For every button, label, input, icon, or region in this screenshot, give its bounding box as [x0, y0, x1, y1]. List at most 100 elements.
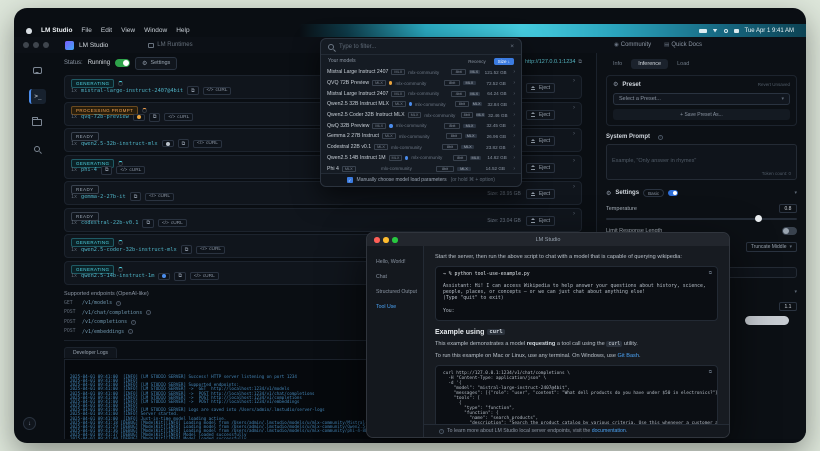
sidebar-item-discover[interactable] [29, 141, 46, 156]
manual-load-checkbox[interactable] [347, 177, 353, 183]
info-icon[interactable]: i [116, 301, 121, 306]
slider-knob[interactable] [755, 215, 762, 222]
copy-url-icon[interactable]: ⧉ [578, 59, 582, 65]
expand-chevron-icon[interactable]: › [573, 131, 575, 137]
copy-model-id-button[interactable]: ⧉ [181, 245, 192, 254]
sidebar-item-developer[interactable]: >_ [29, 89, 46, 104]
model-option-row[interactable]: Mistral Large Instruct 2407 MLX mlx-comm… [321, 67, 521, 78]
server-settings-button[interactable]: ⚙Settings [135, 57, 177, 70]
expand-chevron-icon[interactable]: › [573, 184, 575, 190]
tab-lm-runtimes[interactable]: LM Runtimes [148, 42, 192, 48]
copy-model-id-button[interactable]: ⧉ [187, 86, 198, 95]
sidebar-item-my-models[interactable] [29, 115, 46, 130]
docs-sidebar-item[interactable]: Chat [367, 270, 423, 285]
chevron-down-icon[interactable]: ▾ [794, 190, 797, 196]
community-button[interactable]: ◉Community [614, 42, 651, 48]
model-option-row[interactable]: QwQ 32B Preview MLX mlx-community 8bit M… [321, 120, 521, 131]
window-close-button[interactable] [374, 237, 380, 243]
info-icon[interactable]: i [128, 329, 133, 334]
copy-model-id-button[interactable]: ⧉ [149, 113, 160, 122]
sort-recency-button[interactable]: Recency [464, 58, 490, 65]
curl-button[interactable]: </>cURL [196, 246, 225, 254]
expand-chevron-icon[interactable]: › [573, 78, 575, 84]
revert-unsaved-link[interactable]: Revert Unsaved [758, 82, 790, 87]
filter-input[interactable]: Type to filter... [339, 44, 505, 50]
copy-model-id-button[interactable]: ⧉ [142, 219, 153, 228]
documentation-link[interactable]: documentation [592, 428, 626, 434]
expand-chevron-icon[interactable]: › [573, 105, 575, 111]
system-prompt-input[interactable]: Example, "Only answer in rhymes" Token c… [606, 144, 797, 180]
window-zoom-button[interactable] [392, 237, 398, 243]
eject-button[interactable]: Eject [526, 216, 555, 226]
model-option-row[interactable]: Qwen2.5 Coder 32B Instruct MLX MLX mlx-c… [321, 110, 521, 121]
copy-code-icon[interactable]: ⧉ [709, 369, 712, 374]
menubar-item[interactable]: Help [176, 27, 189, 34]
docs-sidebar-item[interactable]: Hello, World! [367, 255, 423, 270]
window-close-button[interactable] [23, 42, 29, 48]
git-bash-link[interactable]: Git Bash [618, 353, 639, 359]
model-option-row[interactable]: Qwen2.5 14B Instruct 1M MLX mlx-communit… [321, 153, 521, 164]
eject-button[interactable]: Eject [526, 136, 555, 146]
sidebar-item-chat[interactable] [29, 63, 46, 78]
app-tab[interactable]: LM Studio [79, 42, 108, 49]
copy-model-id-button[interactable]: ⧉ [174, 272, 185, 281]
expand-chevron-icon[interactable]: › [573, 158, 575, 164]
quick-docs-button[interactable]: ▤Quick Docs [664, 42, 702, 48]
docs-sidebar-item[interactable]: Tool Use [367, 300, 423, 315]
eject-button[interactable]: Eject [526, 110, 555, 120]
save-preset-button[interactable]: + Save Preset As... [613, 109, 790, 120]
temperature-slider[interactable] [606, 218, 797, 220]
info-icon[interactable]: i [146, 310, 151, 315]
copy-model-id-button[interactable]: ⧉ [101, 166, 112, 175]
mode-toggle[interactable] [668, 190, 678, 196]
menubar-item[interactable]: Edit [101, 27, 112, 34]
eject-button[interactable]: Eject [526, 163, 555, 173]
close-icon[interactable]: × [510, 43, 514, 50]
panel-tab[interactable]: Load [670, 59, 696, 69]
curl-button[interactable]: </>cURL [203, 87, 232, 95]
menubar-app-name[interactable]: LM Studio [41, 27, 72, 34]
expand-chevron-icon[interactable]: › [573, 211, 575, 217]
downloads-indicator[interactable]: ↓ [23, 417, 36, 430]
window-minimize-button[interactable] [33, 42, 39, 48]
repeat-penalty-value[interactable]: 1.1 [779, 302, 797, 311]
preset-select[interactable]: Select a Preset... ▾ [613, 93, 790, 105]
info-icon[interactable]: i [131, 320, 136, 325]
model-option-row[interactable]: Qwen2.5 32B Instruct MLX MLX mlx-communi… [321, 99, 521, 110]
apple-menu-icon[interactable] [26, 28, 32, 34]
model-option-row[interactable]: Gemma 2 27B Instruct MLX mlx-community 8… [321, 131, 521, 142]
basic-mode-badge[interactable]: Basic [643, 189, 664, 197]
menubar-clock[interactable]: Tue Apr 1 9:41 AM [745, 28, 794, 34]
model-option-row[interactable]: QVQ 72B Preview MLX mlx-community 8bit M… [321, 78, 521, 89]
model-option-row[interactable]: Codestral 22B v0.1 MLX mlx-community 8bi… [321, 142, 521, 153]
curl-button[interactable]: </>cURL [158, 219, 187, 227]
panel-tab[interactable]: Inference [631, 59, 668, 69]
eject-button[interactable]: Eject [526, 189, 555, 199]
menubar-item[interactable]: View [121, 27, 135, 34]
curl-button[interactable]: </>cURL [164, 113, 193, 121]
limit-response-toggle[interactable] [782, 227, 797, 235]
curl-button[interactable]: </>cURL [116, 166, 145, 174]
copy-model-id-button[interactable]: ⧉ [178, 139, 189, 148]
menubar-item[interactable]: File [81, 27, 91, 34]
control-center-icon[interactable] [734, 29, 739, 33]
menubar-item[interactable]: Window [144, 27, 167, 34]
copy-model-id-button[interactable]: ⧉ [130, 192, 141, 201]
spotlight-icon[interactable] [724, 29, 728, 33]
window-zoom-button[interactable] [43, 42, 49, 48]
copy-code-icon[interactable]: ⧉ [709, 270, 712, 275]
curl-button[interactable]: </>cURL [190, 272, 219, 280]
context-overflow-select[interactable]: Truncate Middle▾ [746, 242, 797, 252]
model-option-row[interactable]: Mistral Large Instruct 2407 MLX mlx-comm… [321, 88, 521, 99]
docs-sidebar-item[interactable]: Structured Output [367, 285, 423, 300]
sort-size-button[interactable]: Size ↓ [494, 58, 514, 65]
curl-button[interactable]: </>cURL [145, 193, 174, 201]
partially-visible-control[interactable] [745, 316, 789, 325]
info-icon[interactable]: i [658, 135, 663, 140]
eject-button[interactable]: Eject [526, 83, 555, 93]
window-minimize-button[interactable] [383, 237, 389, 243]
temperature-value[interactable]: 0.8 [779, 204, 797, 213]
developer-logs-tab[interactable]: Developer Logs [64, 347, 117, 358]
curl-button[interactable]: </>cURL [193, 140, 222, 148]
panel-tab[interactable]: Info [606, 59, 629, 69]
